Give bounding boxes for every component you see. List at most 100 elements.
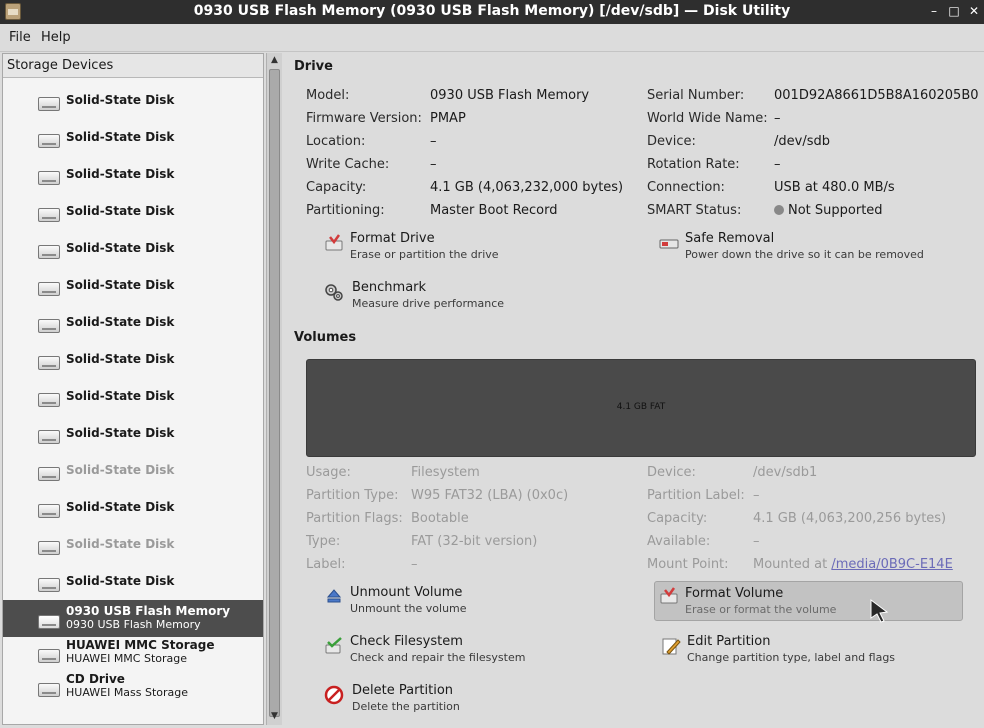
check-filesystem-button[interactable]: Check Filesystem Check and repair the fi… — [324, 634, 624, 674]
minimize-button[interactable]: – — [926, 3, 942, 19]
drive-property-label: Capacity: — [306, 180, 367, 195]
disk-drive-icon — [38, 541, 60, 555]
sidebar-device-name: Solid-State Disk — [66, 167, 175, 181]
volume-property-value: Mounted at /media/0B9C-E14E — [753, 557, 953, 572]
safe-removal-desc: Power down the drive so it can be remove… — [685, 248, 924, 261]
sidebar-scrollbar[interactable]: ▲ ▼ — [266, 53, 282, 725]
format-volume-button[interactable]: Format Volume Erase or format the volume — [654, 581, 963, 621]
disk-drive-icon — [38, 649, 60, 663]
sidebar-device-item[interactable]: Solid-State Disk — [3, 304, 263, 341]
check-filesystem-desc: Check and repair the filesystem — [350, 651, 526, 664]
maximize-button[interactable]: □ — [946, 3, 962, 19]
delete-partition-button[interactable]: Delete Partition Delete the partition — [324, 683, 624, 723]
disk-drive-icon — [38, 504, 60, 518]
main-panel: Drive Model: 0930 USB Flash Memory Firmwar… — [284, 53, 984, 728]
sidebar-device-name: Solid-State Disk — [66, 241, 175, 255]
disk-drive-icon — [38, 97, 60, 111]
disk-drive-icon — [38, 615, 60, 629]
sidebar-device-item[interactable]: Solid-State Disk — [3, 82, 263, 119]
format-volume-desc: Erase or format the volume — [685, 603, 837, 616]
storage-devices-list[interactable]: Storage Devices Solid-State Disk Solid-St… — [2, 53, 264, 725]
volume-property-label: Partition Label: — [647, 488, 745, 503]
delete-partition-title: Delete Partition — [352, 683, 454, 698]
smart-status-text: Not Supported — [788, 203, 883, 218]
sidebar-device-name: Solid-State Disk — [66, 204, 175, 218]
drive-property-label: Connection: — [647, 180, 725, 195]
safe-removal-title: Safe Removal — [685, 231, 775, 246]
edit-partition-button[interactable]: Edit Partition Change partition type, la… — [661, 634, 961, 674]
sidebar-device-subtitle: HUAWEI Mass Storage — [66, 686, 189, 699]
volume-property-label: Mount Point: — [647, 557, 729, 572]
edit-partition-desc: Change partition type, label and flags — [687, 651, 896, 664]
volume-property-label: Partition Type: — [306, 488, 399, 503]
sidebar-device-item[interactable]: Solid-State Disk — [3, 119, 263, 156]
sidebar-device-item[interactable]: Solid-State Disk — [3, 452, 263, 489]
sidebar-device-item[interactable]: Solid-State Disk — [3, 156, 263, 193]
disk-drive-icon — [38, 245, 60, 259]
scrollbar-thumb[interactable] — [269, 69, 280, 717]
scroll-up-arrow-icon[interactable]: ▲ — [269, 55, 280, 66]
sidebar-device-item[interactable]: Solid-State Disk — [3, 489, 263, 526]
close-button[interactable]: ✕ — [966, 3, 982, 19]
sidebar-device-name: 0930 USB Flash Memory — [66, 604, 231, 618]
mount-point-link[interactable]: /media/0B9C-E14E — [831, 557, 952, 572]
scroll-down-arrow-icon[interactable]: ▼ — [269, 711, 280, 722]
drive-property-value: 001D92A8661D5B8A160205B0 — [774, 88, 979, 103]
drive-property-label: Device: — [647, 134, 696, 149]
check-filesystem-icon — [325, 637, 342, 654]
sidebar-device-name: Solid-State Disk — [66, 352, 175, 366]
drive-property-value: Not Supported — [774, 203, 883, 218]
safe-removal-button[interactable]: Safe Removal Power down the drive so it … — [659, 231, 959, 271]
sidebar-device-name: Solid-State Disk — [66, 389, 175, 403]
drive-property-value: USB at 480.0 MB/s — [774, 180, 895, 195]
sidebar-device-name: Solid-State Disk — [66, 426, 175, 440]
sidebar-device-item[interactable]: Solid-State Disk — [3, 526, 263, 563]
drive-property-value: /dev/sdb — [774, 134, 830, 149]
volume-property-label: Label: — [306, 557, 346, 572]
sidebar-device-name: Solid-State Disk — [66, 463, 175, 477]
sidebar-device-name: HUAWEI MMC Storage — [66, 638, 215, 652]
sidebar-device-name: Solid-State Disk — [66, 537, 175, 551]
sidebar-device-subtitle: HUAWEI MMC Storage — [66, 652, 188, 665]
volume-property-label: Available: — [647, 534, 711, 549]
sidebar-device-item[interactable]: HUAWEI MMC Storage HUAWEI MMC Storage — [3, 634, 263, 671]
volume-property-value: FAT (32-bit version) — [411, 534, 538, 549]
sidebar-device-item[interactable]: Solid-State Disk — [3, 341, 263, 378]
drive-property-label: Partitioning: — [306, 203, 385, 218]
sidebar-device-item[interactable]: Solid-State Disk — [3, 378, 263, 415]
gears-icon — [325, 284, 343, 301]
volume-property-value: Filesystem — [411, 465, 480, 480]
volume-bar[interactable]: 4.1 GB FAT — [306, 359, 976, 457]
edit-partition-title: Edit Partition — [687, 634, 771, 649]
sidebar-device-item[interactable]: Solid-State Disk — [3, 193, 263, 230]
menu-bar: File Help — [0, 24, 984, 52]
sidebar-device-item[interactable]: Solid-State Disk — [3, 415, 263, 452]
drive-property-label: Serial Number: — [647, 88, 745, 103]
window-title: 0930 USB Flash Memory (0930 USB Flash Me… — [193, 3, 791, 19]
format-drive-button[interactable]: Format Drive Erase or partition the driv… — [324, 231, 624, 271]
sidebar-device-item[interactable]: 0930 USB Flash Memory 0930 USB Flash Memo… — [3, 600, 263, 637]
menu-file[interactable]: File — [9, 30, 31, 45]
volume-property-label: Usage: — [306, 465, 351, 480]
sidebar-device-item[interactable]: CD Drive HUAWEI Mass Storage — [3, 668, 263, 705]
menu-help[interactable]: Help — [41, 30, 71, 45]
sidebar-device-item[interactable]: Solid-State Disk — [3, 230, 263, 267]
disk-drive-icon — [38, 356, 60, 370]
sidebar-device-name: Solid-State Disk — [66, 93, 175, 107]
volume-property-label: Device: — [647, 465, 696, 480]
benchmark-title: Benchmark — [352, 280, 427, 295]
volume-property-label: Partition Flags: — [306, 511, 403, 526]
volume-property-value: – — [753, 534, 760, 549]
drive-property-label: Location: — [306, 134, 366, 149]
unmount-volume-button[interactable]: Unmount Volume Unmount the volume — [324, 585, 624, 625]
benchmark-button[interactable]: Benchmark Measure drive performance — [324, 280, 624, 320]
unmount-volume-desc: Unmount the volume — [350, 602, 467, 615]
volume-property-value: – — [411, 557, 418, 572]
sidebar-device-item[interactable]: Solid-State Disk — [3, 563, 263, 600]
drive-heading: Drive — [294, 59, 333, 74]
sidebar-device-item[interactable]: Solid-State Disk — [3, 267, 263, 304]
format-volume-title: Format Volume — [685, 586, 784, 601]
drive-property-label: Write Cache: — [306, 157, 390, 172]
drive-property-value: – — [774, 157, 781, 172]
volume-property-value: W95 FAT32 (LBA) (0x0c) — [411, 488, 569, 503]
